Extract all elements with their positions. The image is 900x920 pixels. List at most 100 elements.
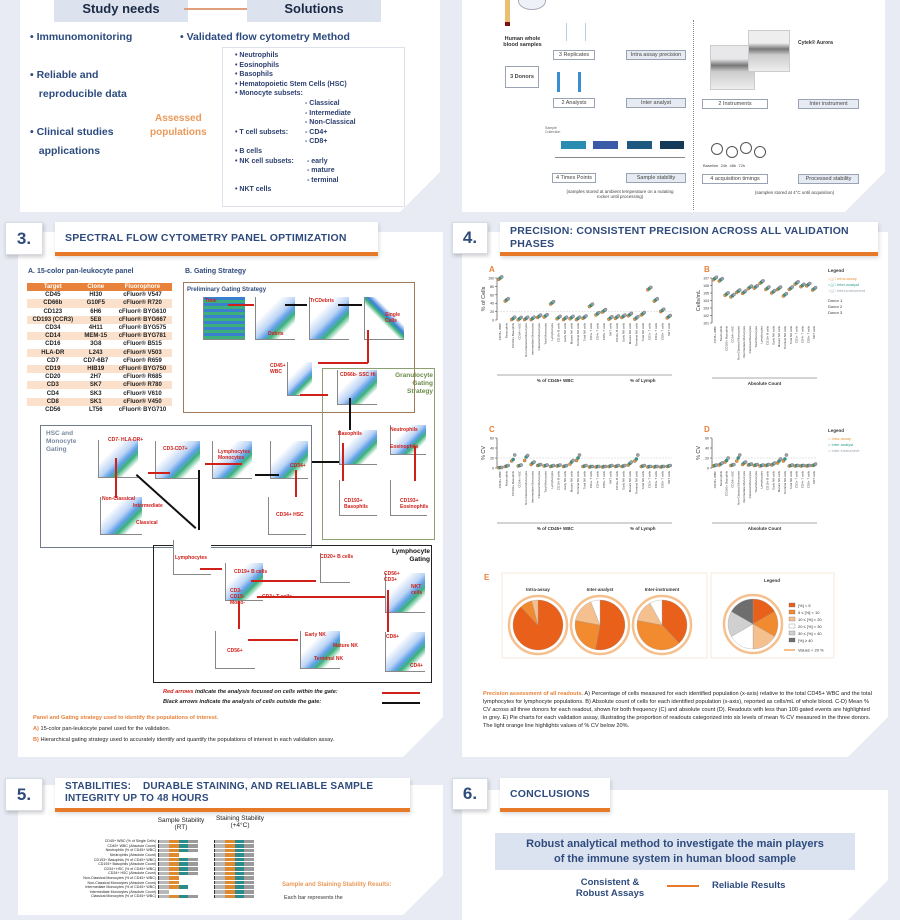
bar-segment xyxy=(168,894,179,899)
stability-rows: CD45+ WBC (% of Single Cells) CD45+ WBC (… xyxy=(60,839,280,899)
sample-stability-box: Sample stability xyxy=(626,173,686,183)
table-cell: CD7 xyxy=(27,356,79,365)
timings-labels: Baseline 24h 48h 72h xyxy=(703,163,746,168)
data-point xyxy=(545,312,549,317)
x-tick-label: Early NK cells xyxy=(621,323,625,342)
stability-row-label: CD34+ HSC (Absolute Count) xyxy=(108,871,156,876)
y-tick-label: 40 xyxy=(490,302,494,306)
x-tick-label: CD4+ T cells xyxy=(654,323,658,341)
x-tick-label: Neutrophils xyxy=(505,323,509,339)
sub-label: - CD4+ xyxy=(305,128,328,136)
stability-bar xyxy=(158,885,198,890)
gate-label: CD193+ Basophils xyxy=(344,498,368,510)
gate-label: CD34+ HSC xyxy=(276,512,304,518)
bar-segment xyxy=(188,848,198,853)
red-arrow xyxy=(295,470,297,497)
data-point xyxy=(732,462,736,467)
table-row: CD14 MEM-15 cFluor® BYG781 xyxy=(27,332,172,341)
bar-segment xyxy=(168,853,179,857)
bar-segment xyxy=(159,848,169,853)
bar-segment xyxy=(178,894,189,899)
stability-row: Neutrophils (% of CD45+ WBC) xyxy=(60,848,280,853)
legend-swatch xyxy=(788,623,796,629)
lymphocyte-gating-label: Lymphocyte Gating xyxy=(391,548,430,563)
stability-row: CD34+ HSC (% of CD45+ WBC) xyxy=(60,867,280,872)
table-cell: CD4 xyxy=(27,389,79,398)
need-text: Immunomonitoring xyxy=(36,31,133,43)
bar-segment xyxy=(234,862,245,867)
black-arrow xyxy=(285,304,307,306)
x-tick-label: CD8+ T cells xyxy=(660,323,664,341)
x-tick-label: Total NK cells xyxy=(641,323,645,342)
section-3-caption-a: A) 15-color pan-leukocyte panel used for… xyxy=(33,725,170,733)
gate-label: Neutrophils xyxy=(390,427,418,433)
x-tick-label: Intermediate Monocytes xyxy=(531,323,535,356)
y-tick-label: 80 xyxy=(490,285,494,289)
stability-row: CD45+ WBC (Absolute Count) xyxy=(60,844,280,849)
caption-text: 15-color pan-leukocyte panel used for th… xyxy=(38,726,171,732)
data-point xyxy=(778,457,783,461)
bar-segment xyxy=(244,880,254,885)
pipette-icon xyxy=(566,23,586,41)
data-point xyxy=(668,313,673,318)
x-tick-label: Mature NK cells xyxy=(628,323,632,345)
legend-text: indicate the analysis of cells outside t… xyxy=(197,699,322,705)
table-cell: SK7 xyxy=(78,381,113,390)
x-tick-label: Terminal NK cells xyxy=(783,471,787,495)
table-cell: CD16 xyxy=(27,340,79,349)
stability-row-label: Classical Monocytes (% of CD45+ WBC) xyxy=(90,894,156,899)
x-tick-label: Classical Monocytes xyxy=(748,326,752,354)
bar-segment xyxy=(224,853,235,857)
legend-swatch xyxy=(788,616,796,622)
note-left: (samples stored at ambient temperature o… xyxy=(566,189,674,199)
table-cell: HIB19 xyxy=(78,364,113,374)
stability-row-label: CD34+ HSC (% of CD45+ WBC) xyxy=(103,866,156,871)
data-point xyxy=(610,463,614,468)
need-text: Reliable and xyxy=(36,69,99,81)
x-tick-label: Early NK cells xyxy=(621,471,625,490)
bar-segment xyxy=(168,880,179,885)
gate-label: Terminal NK xyxy=(314,656,344,662)
red-arrow xyxy=(228,304,254,306)
bar-segment xyxy=(244,862,254,867)
red-arrow xyxy=(342,443,344,481)
bar-segment xyxy=(215,853,225,857)
data-point xyxy=(629,460,634,464)
bar-segment xyxy=(244,844,254,848)
x-tick-label: Non-Classical Monocytes xyxy=(736,471,740,505)
x-tick-label: Mature NK cells xyxy=(628,471,632,493)
table-cell: SK3 xyxy=(78,389,113,398)
y-tick-label: 20 xyxy=(705,457,709,461)
pop-label: Monocyte subsets: xyxy=(239,90,303,98)
section-3-caption-title: Panel and Gating strategy used to identi… xyxy=(33,715,219,721)
bar-segment xyxy=(178,857,189,862)
stability-row-label: CD193+ Basophils (% of CD45+ WBC) xyxy=(93,857,156,862)
table-cell: cFluor® BYG667 xyxy=(112,315,172,324)
x-tick-label: Total NK cells xyxy=(789,471,793,490)
stability-bar xyxy=(158,844,198,848)
x-tick-label: CD8+ T cells xyxy=(602,323,606,341)
x-tick-label: CD8+ T cells xyxy=(660,471,664,489)
x-tick-label: CD193+ Basophils xyxy=(725,326,729,351)
bar-segment xyxy=(215,871,225,876)
x-tick-label: CD45+ WBC xyxy=(498,322,502,340)
data-point xyxy=(616,463,621,468)
x-tick-label: Total Monocytes xyxy=(754,471,758,493)
gate-label: NKT cells xyxy=(411,584,423,596)
table-cell: CD14 xyxy=(27,332,79,341)
stability-bar xyxy=(214,885,254,890)
bar-segment xyxy=(188,890,198,894)
gate-label: Non-Classical xyxy=(102,496,136,502)
bar-segment xyxy=(179,853,189,857)
legend-title: Legend xyxy=(828,428,844,433)
x-tick-label: CD19+ B cells xyxy=(765,471,769,491)
study-needs-header: Study needs xyxy=(54,0,188,22)
legend-item: [%] ≥ 40 xyxy=(798,638,813,643)
table-row: CD56 LT56 cFluor® BYG710 xyxy=(27,405,172,414)
pie-title: Intra-assay xyxy=(526,587,550,592)
x-tick-label: CD193+ Basophils xyxy=(511,471,515,496)
x-tick-label: Early NK cells xyxy=(771,326,775,345)
timepoint-bar xyxy=(561,141,586,149)
data-point xyxy=(784,291,789,296)
bar-segment xyxy=(159,867,169,871)
